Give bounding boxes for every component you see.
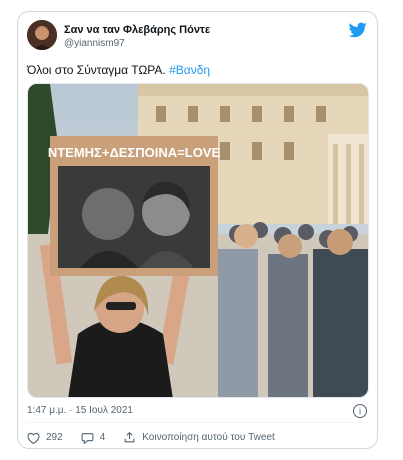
- author-handle[interactable]: @yiannism97: [64, 38, 125, 49]
- tweet-timestamp[interactable]: 1:47 μ.μ. · 15 Ιουλ 2021: [27, 405, 133, 416]
- share-icon: [124, 431, 135, 443]
- tweet-text: Όλοι στο Σύνταγμα ΤΩΡΑ. #Βανδη: [27, 63, 210, 77]
- reply-icon: [81, 432, 94, 444]
- author-name[interactable]: Σαν να ταν Φλεβάρης Πόντε: [64, 24, 210, 36]
- sign-text: ΝΤΕΜΗΣ+ΔΕΣΠΟΙΝΑ=LOVE: [48, 145, 221, 160]
- tweet-card: Σαν να ταν Φλεβάρης Πόντε @yiannism97 Όλ…: [17, 11, 378, 449]
- share-button[interactable]: Κοινοποίηση αυτού του Tweet: [123, 431, 275, 444]
- twitter-bird-icon[interactable]: [349, 22, 367, 38]
- info-icon[interactable]: i: [353, 404, 367, 418]
- like-button[interactable]: 292: [27, 432, 63, 444]
- like-count: 292: [46, 432, 63, 443]
- divider: [27, 422, 368, 423]
- heart-icon: [27, 432, 40, 444]
- reply-button[interactable]: 4: [81, 432, 106, 444]
- action-bar: 292 4 Κοινοποίηση αυτού του Tweet: [27, 431, 293, 444]
- hashtag-link[interactable]: #Βανδη: [169, 63, 210, 77]
- reply-count: 4: [99, 432, 106, 443]
- avatar[interactable]: [27, 20, 57, 50]
- share-label: Κοινοποίηση αυτού του Tweet: [142, 432, 275, 443]
- tweet-body: Όλοι στο Σύνταγμα ΤΩΡΑ.: [27, 63, 166, 77]
- tweet-photo[interactable]: ΝΤΕΜΗΣ+ΔΕΣΠΟΙΝΑ=LOVE: [27, 83, 369, 398]
